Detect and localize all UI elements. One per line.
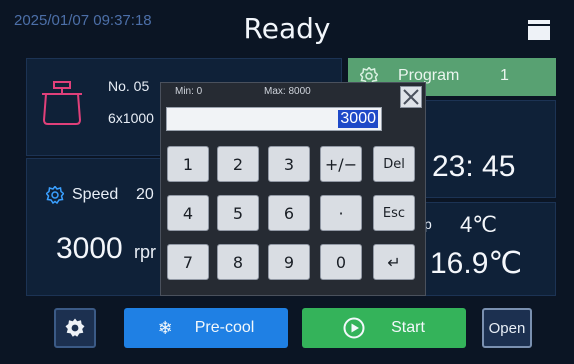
temperature-actual: 16.9℃ [430, 247, 523, 280]
gear-icon [65, 318, 85, 337]
keypad-display-value: 3000 [338, 110, 378, 128]
key-6[interactable]: 6 [268, 195, 310, 231]
key-escape[interactable]: Esc [373, 195, 415, 231]
speed-label: Speed [72, 186, 119, 203]
close-icon [403, 89, 419, 105]
key-0[interactable]: 0 [320, 244, 362, 280]
key-1[interactable]: 1 [167, 146, 209, 182]
keypad-min-label: Min: 0 [175, 86, 203, 97]
key-plus-minus[interactable]: +/− [320, 146, 362, 182]
status-title: Ready [243, 12, 331, 45]
open-button[interactable]: Open [482, 308, 532, 348]
temperature-set: 4℃ [460, 212, 497, 237]
play-icon [343, 317, 365, 339]
key-8[interactable]: 8 [217, 244, 259, 280]
precool-button[interactable]: ❄ Pre-cool [124, 308, 288, 348]
speed-value: 3000 [56, 232, 123, 265]
key-decimal[interactable]: · [320, 195, 362, 231]
speed-set-value: 20 [136, 186, 154, 203]
gear-icon [46, 186, 64, 204]
time-value: 23: 45 [432, 150, 516, 183]
start-label: Start [391, 319, 425, 336]
key-7[interactable]: 7 [167, 244, 209, 280]
menu-icon[interactable] [528, 20, 550, 40]
open-label: Open [488, 319, 526, 337]
program-number: 1 [500, 67, 509, 84]
key-9[interactable]: 9 [268, 244, 310, 280]
key-2[interactable]: 2 [217, 146, 259, 182]
rotor-number: No. 05 [108, 78, 150, 94]
close-button[interactable] [400, 86, 422, 108]
key-enter[interactable]: ↵ [373, 244, 415, 280]
speed-unit: rpr [134, 242, 156, 262]
settings-button[interactable] [54, 308, 96, 348]
key-delete[interactable]: Del [373, 146, 415, 182]
start-button[interactable]: Start [302, 308, 466, 348]
snowflake-icon: ❄ [157, 317, 173, 339]
keypad-display-input[interactable]: 3000 [166, 107, 382, 131]
key-4[interactable]: 4 [167, 195, 209, 231]
keypad-max-label: Max: 8000 [264, 86, 311, 97]
rotor-config: 6x1000 [108, 110, 154, 126]
precool-label: Pre-cool [194, 319, 255, 336]
rotor-icon [42, 81, 82, 125]
key-5[interactable]: 5 [217, 195, 259, 231]
key-3[interactable]: 3 [268, 146, 310, 182]
